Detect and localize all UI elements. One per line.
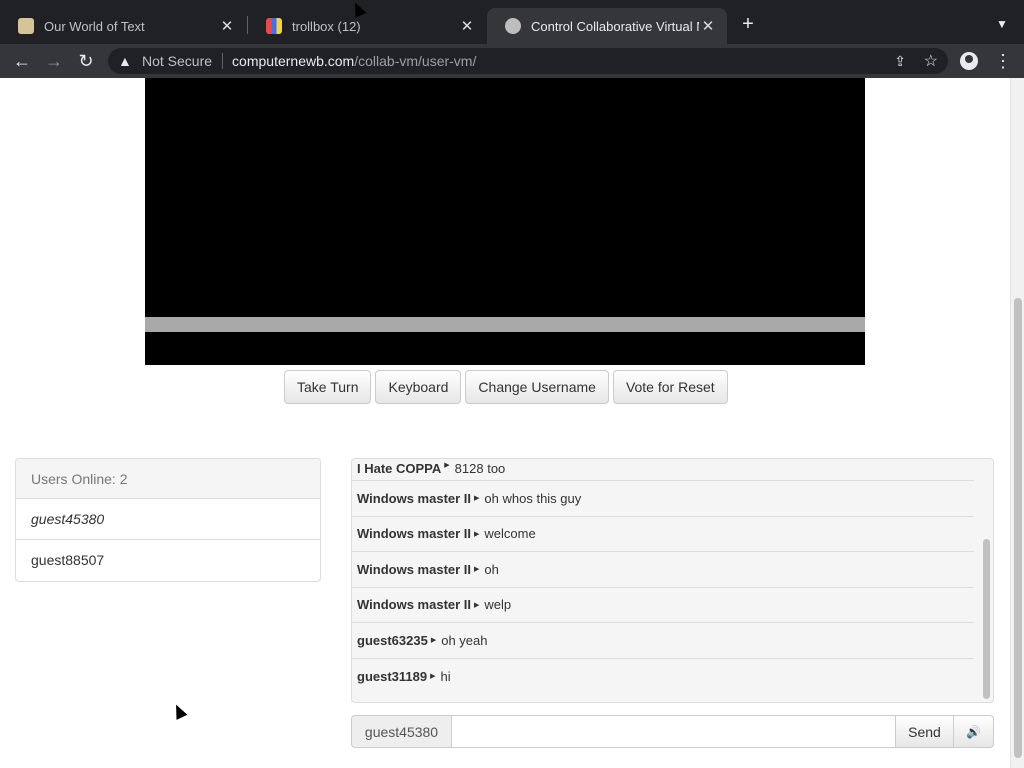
- chat-message: Windows master II ▶ welp: [352, 588, 974, 623]
- kebab-menu-icon[interactable]: ⋮: [994, 49, 1012, 73]
- chat-username: Windows master II: [357, 597, 472, 613]
- chat-arrow-icon: ▶: [474, 566, 480, 574]
- vote-for-reset-button[interactable]: Vote for Reset: [612, 370, 728, 404]
- user-list-item[interactable]: guest45380: [16, 499, 320, 540]
- chat-message-list[interactable]: I Hate COPPA ▶ 8128 too Windows master II ▶…: [352, 459, 980, 694]
- user-list-item[interactable]: guest88507: [16, 540, 320, 581]
- chat-text: welcome: [484, 526, 536, 542]
- chat-message: Windows master II ▶ welcome: [352, 517, 974, 552]
- trollbox-favicon-icon: [266, 18, 282, 34]
- chat-text: welp: [484, 597, 512, 613]
- tab-title: Our World of Text: [44, 18, 145, 34]
- reload-icon[interactable]: ↻: [74, 49, 98, 73]
- url-path[interactable]: /collab-vm/user-vm/: [354, 53, 476, 69]
- tab-title: Control Collaborative Virtual M: [531, 18, 699, 34]
- keyboard-button[interactable]: Keyboard: [375, 370, 462, 404]
- close-icon[interactable]: ✕: [218, 17, 236, 35]
- warning-triangle-icon[interactable]: ▲: [118, 53, 134, 69]
- forward-arrow-icon[interactable]: →: [42, 49, 66, 73]
- share-icon[interactable]: ⇪: [894, 53, 906, 70]
- change-username-button[interactable]: Change Username: [465, 370, 609, 404]
- chat-username: guest31189: [357, 668, 428, 684]
- chat-username: I Hate COPPA: [357, 461, 442, 476]
- close-icon[interactable]: ✕: [699, 17, 717, 35]
- chat-username-label: guest45380: [351, 715, 451, 748]
- chat-scrollbar-thumb[interactable]: [983, 539, 990, 699]
- chat-message-input[interactable]: [451, 715, 896, 748]
- url-host[interactable]: computernewb.com: [232, 53, 354, 69]
- page-scrollbar-thumb[interactable]: [1014, 298, 1022, 758]
- back-arrow-icon[interactable]: ←: [10, 49, 34, 73]
- chat-arrow-icon: ▶: [474, 601, 480, 609]
- new-tab-plus-icon[interactable]: +: [738, 14, 758, 34]
- chat-scrollbar[interactable]: [981, 459, 993, 702]
- chat-message: guest63235 ▶ oh yeah: [352, 623, 974, 659]
- browser-toolbar: ← → ↻ ▲ Not Secure computernewb.com/coll…: [0, 44, 1024, 78]
- chat-arrow-icon: ▶: [444, 462, 450, 469]
- chat-message: guest31189 ▶ hi: [352, 659, 974, 695]
- send-button[interactable]: Send: [896, 715, 954, 748]
- close-icon[interactable]: ✕: [458, 17, 476, 35]
- collabvm-favicon-icon: [505, 18, 521, 34]
- chat-text: oh yeah: [441, 632, 488, 648]
- address-bar[interactable]: ▲ Not Secure computernewb.com/collab-vm/…: [108, 48, 948, 74]
- omnibox-divider: [222, 53, 224, 69]
- tab-trollbox[interactable]: trollbox (12) ✕: [248, 8, 486, 44]
- chat-text: oh: [484, 561, 499, 577]
- speaker-icon[interactable]: 🔊: [954, 715, 994, 748]
- chat-username: guest63235: [357, 632, 428, 648]
- chat-arrow-icon: ▶: [430, 673, 436, 681]
- chat-arrow-icon: ▶: [474, 495, 480, 503]
- tab-title: trollbox (12): [292, 18, 361, 34]
- profile-avatar-icon[interactable]: [960, 52, 978, 70]
- chat-text: hi: [440, 668, 451, 684]
- tab-collab-vm[interactable]: Control Collaborative Virtual M ✕: [487, 8, 727, 44]
- bookmark-star-icon[interactable]: ☆: [924, 51, 938, 71]
- page-content: Take Turn Keyboard Change Username Vote …: [0, 78, 1024, 768]
- owot-favicon-icon: [18, 18, 34, 34]
- vm-display-bar: [145, 317, 865, 332]
- chat-username: Windows master II: [357, 561, 472, 577]
- browser-tab-bar: Our World of Text ✕ trollbox (12) ✕ Cont…: [0, 0, 1024, 44]
- chat-username: Windows master II: [357, 526, 472, 542]
- chat-arrow-icon: ▶: [430, 637, 437, 645]
- chat-arrow-icon: ▶: [474, 530, 480, 538]
- vm-display[interactable]: [145, 78, 865, 365]
- chat-message: Windows master II ▶ oh: [352, 552, 974, 588]
- chat-input-row: guest45380 Send 🔊: [351, 715, 994, 748]
- chat-username: Windows master II: [357, 490, 472, 506]
- security-label[interactable]: Not Secure: [142, 53, 212, 69]
- chat-text: 8128 too: [454, 461, 506, 476]
- take-turn-button[interactable]: Take Turn: [284, 370, 372, 404]
- users-online-heading: Users Online: 2: [16, 459, 320, 499]
- chat-message: I Hate COPPA ▶ 8128 too: [352, 459, 974, 481]
- page-scrollbar[interactable]: [1010, 78, 1024, 768]
- users-online-panel: Users Online: 2 guest45380 guest88507: [15, 458, 321, 582]
- chat-panel: I Hate COPPA ▶ 8128 too Windows master II ▶…: [351, 458, 994, 703]
- tab-our-world-of-text[interactable]: Our World of Text ✕: [0, 8, 246, 44]
- tab-list-chevron-down-icon[interactable]: ▼: [992, 14, 1012, 34]
- chat-message: Windows master II ▶ oh whos this guy: [352, 481, 974, 517]
- chat-text: oh whos this guy: [484, 490, 582, 506]
- vm-control-buttons: Take Turn Keyboard Change Username Vote …: [284, 370, 728, 404]
